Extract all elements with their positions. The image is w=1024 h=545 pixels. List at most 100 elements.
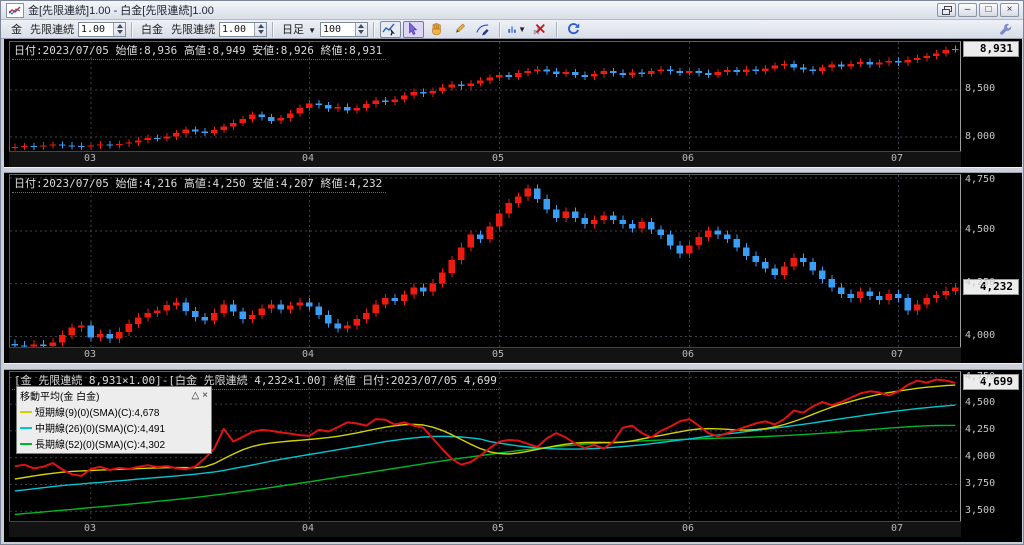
platinum-multiplier-input[interactable] xyxy=(220,23,254,36)
bar-count-spinner[interactable] xyxy=(320,22,368,37)
legend-close-icon[interactable]: × xyxy=(202,390,208,401)
pencil-draw-button[interactable] xyxy=(449,21,470,38)
maximize-button[interactable]: □ xyxy=(979,3,998,17)
y-tick-label: 4,750 xyxy=(965,174,995,185)
x-tick-label: 07 xyxy=(887,153,907,164)
pen-curve-icon xyxy=(475,22,490,36)
x-tick-label: 05 xyxy=(488,153,508,164)
platinum-multiplier-spinner[interactable] xyxy=(219,22,267,37)
hand-icon xyxy=(429,22,444,36)
sma9-color-swatch xyxy=(20,411,32,413)
platinum-time-axis: 03 04 05 06 07 xyxy=(9,347,961,363)
x-tick-label: 05 xyxy=(488,523,508,534)
x-tick-label: 04 xyxy=(298,523,318,534)
gold-series-label: 先限連続 xyxy=(30,21,74,37)
platinum-symbol-label: 白金 xyxy=(141,21,163,37)
pencil-icon xyxy=(452,22,467,36)
y-tick-label: 4,500 xyxy=(965,397,995,408)
spinner-down-icon[interactable] xyxy=(255,29,266,36)
refresh-icon xyxy=(566,22,581,36)
x-tick-label: 06 xyxy=(678,153,698,164)
spinner-down-icon[interactable] xyxy=(356,29,367,36)
x-tick-label: 04 xyxy=(298,153,318,164)
chart-cursor-icon xyxy=(382,22,398,36)
spinner-down-icon[interactable] xyxy=(114,29,125,36)
gold-multiplier-spinner[interactable] xyxy=(78,22,126,37)
gold-candles-plot[interactable]: 日付:2023/07/05 始値:8,936 高値:8,949 安値:8,926… xyxy=(9,41,961,152)
y-tick-label: 3,750 xyxy=(965,478,995,489)
chart-cursor-button[interactable] xyxy=(380,21,401,38)
panel-splitter[interactable] xyxy=(4,167,1022,173)
settings-wrench-button[interactable] xyxy=(994,21,1015,38)
sma52-color-swatch xyxy=(20,443,32,445)
cursor-arrow-icon xyxy=(406,22,420,36)
chevron-down-icon: ▼ xyxy=(518,25,526,34)
toolbar: 金 先限連続 白金 先限連続 日足 ▼ xyxy=(1,20,1023,39)
toolbar-separator xyxy=(131,22,132,37)
x-tick-label: 03 xyxy=(80,523,100,534)
x-tick-label: 06 xyxy=(678,523,698,534)
platinum-candles-plot[interactable]: 日付:2023/07/05 始値:4,216 高値:4,250 安値:4,207… xyxy=(9,174,961,348)
y-tick-label: 8,000 xyxy=(965,131,995,142)
y-tick-label: 3,500 xyxy=(965,505,995,516)
chart-window: 金[先限連続]1.00 - 白金[先限連続]1.00 – □ × 金 先限連続 … xyxy=(0,0,1024,545)
x-tick-label: 04 xyxy=(298,349,318,360)
delete-x-icon xyxy=(532,22,546,36)
spread-time-axis: 03 04 05 06 07 xyxy=(9,521,961,537)
bar-count-input[interactable] xyxy=(321,23,355,36)
sma26-color-swatch xyxy=(20,427,32,429)
gold-symbol-label: 金 xyxy=(11,21,22,37)
platinum-price-axis: 4,232 4,7504,5004,2504,000 xyxy=(961,174,1024,347)
gold-time-axis: 03 04 05 06 07 xyxy=(9,151,961,167)
chart-area: 日付:2023/07/05 始値:8,936 高値:8,949 安値:8,926… xyxy=(1,39,1024,545)
y-tick-label: 4,250 xyxy=(965,424,995,435)
x-tick-label: 06 xyxy=(678,349,698,360)
chevron-down-icon: ▼ xyxy=(308,26,316,35)
y-tick-label: 4,250 xyxy=(965,277,995,288)
y-tick-label: 4,750 xyxy=(965,371,995,382)
pen-draw-button[interactable] xyxy=(472,21,493,38)
indicator-chart-button[interactable]: ▼ xyxy=(506,21,527,38)
toolbar-separator xyxy=(556,22,557,37)
period-dropdown[interactable]: 日足 ▼ xyxy=(282,21,316,37)
x-tick-label: 05 xyxy=(488,349,508,360)
spread-price-axis: 4,699 4,7504,5004,2504,0003,7503,500 xyxy=(961,371,1024,522)
y-tick-label: 4,000 xyxy=(965,330,995,341)
x-tick-label: 07 xyxy=(887,349,907,360)
bar-chart-icon xyxy=(507,22,517,36)
refresh-button[interactable] xyxy=(563,21,584,38)
select-cursor-button[interactable] xyxy=(403,21,424,38)
x-tick-label: 07 xyxy=(887,523,907,534)
gold-price-axis: 8,931 8,500 8,000 xyxy=(961,41,1024,151)
y-tick-label: 4,500 xyxy=(965,224,995,235)
gold-multiplier-input[interactable] xyxy=(79,23,113,36)
float-window-button[interactable] xyxy=(937,3,956,17)
gold-last-price-badge: 8,931 xyxy=(963,41,1019,57)
legend-collapse-icon[interactable]: △ xyxy=(191,390,199,401)
minimize-button[interactable]: – xyxy=(958,3,977,17)
platinum-ohlc-info: 日付:2023/07/05 始値:4,216 高値:4,250 安値:4,207… xyxy=(12,175,386,193)
delete-indicator-button[interactable] xyxy=(529,21,550,38)
y-tick-label: 4,000 xyxy=(965,451,995,462)
y-tick-label: 8,500 xyxy=(965,83,995,94)
toolbar-separator xyxy=(373,22,374,37)
toolbar-separator xyxy=(272,22,273,37)
legend-item-sma26: 中期線(26)(0)(SMA)(C):4,491 xyxy=(20,420,208,435)
x-tick-label: 03 xyxy=(80,349,100,360)
platinum-series-label: 先限連続 xyxy=(171,21,215,37)
moving-average-legend: 移動平均(金 白金) △ × 短期線(9)(0)(SMA)(C):4,678 中… xyxy=(16,386,212,454)
legend-item-sma52: 長期線(52)(0)(SMA)(C):4,302 xyxy=(20,436,208,451)
close-button[interactable]: × xyxy=(1000,3,1019,17)
legend-item-sma9: 短期線(9)(0)(SMA)(C):4,678 xyxy=(20,404,208,419)
toolbar-separator xyxy=(499,22,500,37)
gold-ohlc-info: 日付:2023/07/05 始値:8,936 高値:8,949 安値:8,926… xyxy=(12,42,386,60)
spread-lines-plot[interactable]: [金 先限連続 8,931×1.00]-[白金 先限連続 4,232×1.00]… xyxy=(9,371,961,523)
pan-hand-button[interactable] xyxy=(426,21,447,38)
window-title: 金[先限連続]1.00 - 白金[先限連続]1.00 xyxy=(28,2,214,18)
panel-splitter[interactable] xyxy=(4,363,1022,370)
x-tick-label: 03 xyxy=(80,153,100,164)
app-chart-icon xyxy=(6,3,24,18)
wrench-icon xyxy=(998,22,1012,36)
title-bar: 金[先限連続]1.00 - 白金[先限連続]1.00 – □ × xyxy=(1,1,1023,20)
legend-title: 移動平均(金 白金) xyxy=(20,388,188,403)
